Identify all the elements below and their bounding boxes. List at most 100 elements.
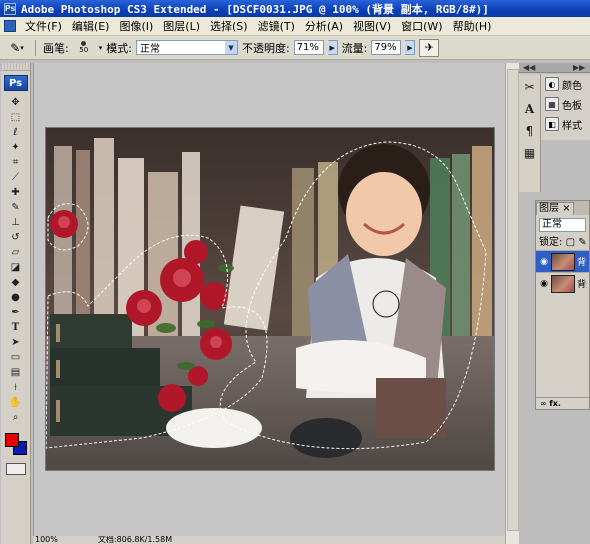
history-brush-tool-icon[interactable]: ↺ bbox=[3, 230, 29, 245]
flow-input[interactable]: 79% bbox=[371, 40, 402, 55]
panel-shortcuts: ◐ 颜色 ▦ 色板 ◧ 样式 bbox=[541, 74, 590, 140]
opacity-label: 不透明度: bbox=[241, 41, 290, 55]
lock-pixels-icon[interactable]: ✎ bbox=[578, 237, 586, 248]
flow-label: 流量: bbox=[341, 41, 368, 55]
notes-tool-icon[interactable]: ▤ bbox=[3, 365, 29, 380]
type-tool-icon[interactable]: T bbox=[3, 320, 29, 335]
brush-picker[interactable]: 50 bbox=[73, 39, 95, 57]
slice-tool-icon[interactable]: ⟋ bbox=[3, 170, 29, 185]
magic-wand-tool-icon[interactable]: ✦ bbox=[3, 140, 29, 155]
menu-file[interactable]: 文件(F) bbox=[20, 18, 67, 34]
panel-item-swatches[interactable]: ▦ 色板 bbox=[541, 94, 590, 114]
styles-icon: ◧ bbox=[545, 117, 559, 131]
layer-row[interactable]: ◉ 背景 bbox=[536, 272, 589, 294]
histogram-panel-icon[interactable]: ▦ bbox=[520, 144, 540, 162]
foreground-color-swatch[interactable] bbox=[4, 433, 19, 447]
menu-layer[interactable]: 图层(L) bbox=[158, 18, 205, 34]
tools-preset-icon[interactable]: ✂ bbox=[520, 78, 540, 96]
eyedropper-tool-icon[interactable]: ⟊ bbox=[3, 380, 29, 395]
panel-item-label: 颜色 bbox=[562, 80, 582, 92]
mode-select[interactable]: 正常 ▼ bbox=[135, 40, 238, 55]
image-canvas[interactable] bbox=[46, 128, 494, 470]
options-bar: ✎ ▾ 画笔: 50 ▾ 模式: 正常 ▼ 不透明度: 71% ▶ 流量: 79%… bbox=[0, 36, 590, 60]
menu-window[interactable]: 窗口(W) bbox=[396, 18, 447, 34]
airbrush-button[interactable]: ✈ bbox=[419, 38, 440, 57]
menu-image[interactable]: 图像(I) bbox=[114, 18, 158, 34]
airbrush-icon: ✈ bbox=[424, 41, 434, 54]
menu-view[interactable]: 视图(V) bbox=[348, 18, 396, 34]
mode-value: 正常 bbox=[139, 44, 160, 55]
brush-dropdown-arrow-icon[interactable]: ▾ bbox=[99, 44, 103, 52]
lasso-tool-icon[interactable]: ℓ bbox=[3, 125, 29, 140]
healing-brush-tool-icon[interactable]: ✚ bbox=[3, 185, 29, 200]
vertical-scrollbar[interactable] bbox=[505, 63, 519, 544]
lock-row: 锁定: ▢ ✎ bbox=[536, 235, 589, 250]
zoom-tool-icon[interactable]: ⌕ bbox=[3, 410, 29, 425]
document-info: 文档:806.8K/1.58M bbox=[97, 536, 173, 544]
marquee-tool-icon[interactable]: ⬚ bbox=[3, 110, 29, 125]
path-selection-tool-icon[interactable]: ➤ bbox=[3, 335, 29, 350]
pen-tool-icon[interactable]: ✒ bbox=[3, 305, 29, 320]
dodge-tool-icon[interactable]: ● bbox=[3, 290, 29, 305]
opacity-slider-button[interactable]: ▶ bbox=[327, 40, 338, 55]
quick-mask-mode-button[interactable] bbox=[5, 463, 26, 475]
menu-help[interactable]: 帮助(H) bbox=[448, 18, 497, 34]
panel-item-label: 色板 bbox=[562, 100, 582, 112]
collapse-left-icon[interactable]: ◀◀ bbox=[523, 63, 535, 73]
tab-layers[interactable]: 图层 × bbox=[536, 202, 574, 215]
character-panel-icon[interactable]: A bbox=[520, 100, 540, 118]
tool-preset-picker[interactable]: ✎ ▾ bbox=[6, 39, 28, 57]
opacity-input[interactable]: 71% bbox=[293, 40, 324, 55]
layer-name: 背景 bbox=[577, 280, 587, 290]
lock-label: 锁定: bbox=[539, 237, 563, 248]
brush-label: 画笔: bbox=[43, 41, 69, 55]
crop-tool-icon[interactable]: ⌗ bbox=[3, 155, 29, 170]
status-bar: 100% 文档:806.8K/1.58M bbox=[33, 536, 505, 544]
panel-item-label: 样式 bbox=[562, 120, 582, 132]
clone-stamp-tool-icon[interactable]: ⊥ bbox=[3, 215, 29, 230]
panel-item-color[interactable]: ◐ 颜色 bbox=[541, 74, 590, 94]
color-swatches[interactable] bbox=[3, 431, 29, 457]
zoom-level[interactable]: 100% bbox=[35, 536, 58, 544]
paint-bucket-tool-icon[interactable]: ◪ bbox=[3, 260, 29, 275]
brush-tool-icon: ✎ bbox=[10, 40, 21, 55]
link-layers-icon[interactable]: ∞ bbox=[540, 399, 547, 408]
eye-icon[interactable]: ◉ bbox=[539, 257, 549, 267]
close-icon[interactable]: × bbox=[562, 203, 570, 214]
layer-thumbnail bbox=[551, 252, 575, 271]
panel-dock-empty bbox=[535, 410, 590, 544]
layer-row[interactable]: ◉ 背景 副本 bbox=[536, 250, 589, 272]
ps-logo[interactable]: Ps bbox=[3, 75, 28, 91]
panel-dock-header: ◀◀ ▶▶ bbox=[519, 63, 590, 73]
menu-select[interactable]: 选择(S) bbox=[205, 18, 253, 34]
layers-footer: ∞ fx. bbox=[536, 397, 589, 409]
brush-size: 50 bbox=[79, 46, 89, 54]
title-bar: Ps Adobe Photoshop CS3 Extended - [DSCF0… bbox=[0, 0, 590, 17]
blur-tool-icon[interactable]: ◆ bbox=[3, 275, 29, 290]
blend-mode-select[interactable]: 正常 bbox=[539, 218, 586, 232]
lock-transparency-icon[interactable]: ▢ bbox=[566, 237, 575, 248]
scrollbar-thumb[interactable] bbox=[507, 69, 519, 531]
eye-icon[interactable]: ◉ bbox=[539, 279, 549, 289]
rectangle-tool-icon[interactable]: ▭ bbox=[3, 350, 29, 365]
toolbox: Ps ✥ ⬚ ℓ ✦ ⌗ ⟋ ✚ ✎ ⊥ ↺ ▱ ◪ ◆ ● ✒ T ➤ ▭ ▤… bbox=[1, 63, 31, 544]
brush-tool-icon[interactable]: ✎ bbox=[3, 200, 29, 215]
collapse-right-icon[interactable]: ▶▶ bbox=[573, 63, 585, 73]
fx-button[interactable]: fx. bbox=[549, 399, 561, 408]
menu-edit[interactable]: 编辑(E) bbox=[67, 18, 115, 34]
menu-filter[interactable]: 滤镜(T) bbox=[253, 18, 300, 34]
paragraph-panel-icon[interactable]: ¶ bbox=[520, 122, 540, 140]
layers-panel: 图层 × 正常 锁定: ▢ ✎ ◉ 背景 副本 ◉ 背景 ∞ fx. bbox=[535, 200, 590, 410]
menu-app-icon[interactable] bbox=[4, 20, 16, 32]
flow-slider-button[interactable]: ▶ bbox=[405, 40, 416, 55]
photoshop-app-icon: Ps bbox=[4, 2, 16, 15]
hand-tool-icon[interactable]: ✋ bbox=[3, 395, 29, 410]
panel-item-styles[interactable]: ◧ 样式 bbox=[541, 114, 590, 134]
move-tool-icon[interactable]: ✥ bbox=[3, 95, 29, 110]
layer-name: 背景 副本 bbox=[577, 258, 587, 268]
eraser-tool-icon[interactable]: ▱ bbox=[3, 245, 29, 260]
layer-thumbnail bbox=[551, 274, 575, 293]
toolbox-grip[interactable] bbox=[1, 63, 30, 71]
menu-analysis[interactable]: 分析(A) bbox=[300, 18, 348, 34]
panel-icon-column: ✂ A ¶ ▦ bbox=[519, 74, 541, 192]
